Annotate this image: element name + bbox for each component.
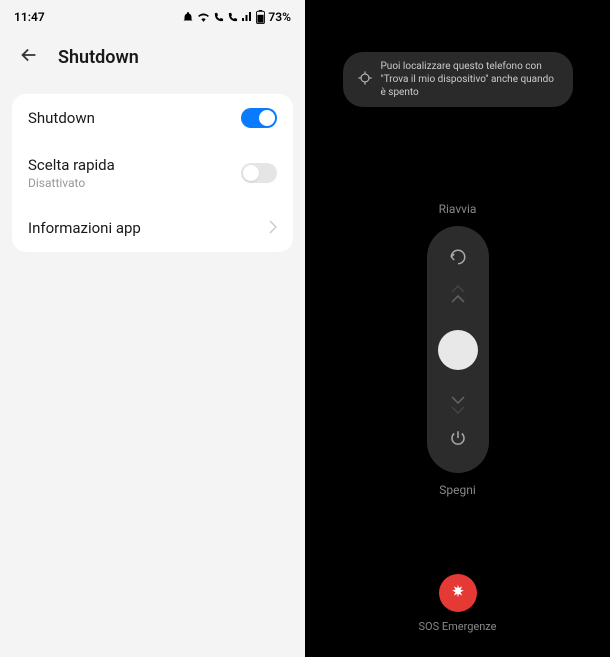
chevron-right-icon (269, 219, 277, 238)
find-device-hint: Puoi localizzare questo telefono con "Tr… (343, 52, 573, 107)
settings-card: Shutdown Scelta rapida Disattivato Infor… (12, 94, 293, 252)
status-bar: 11:47 73% (0, 0, 305, 30)
quick-toggle-subtitle: Disattivato (28, 176, 115, 190)
shutdown-row[interactable]: Shutdown (12, 94, 293, 142)
location-icon (357, 70, 373, 90)
quick-toggle-row[interactable]: Scelta rapida Disattivato (12, 142, 293, 204)
battery-icon (256, 10, 265, 24)
restart-icon (449, 248, 467, 270)
back-icon[interactable] (18, 44, 40, 70)
wifi-icon (197, 11, 210, 24)
chevron-up-group (450, 284, 466, 304)
sos-button[interactable] (439, 574, 477, 612)
page-title: Shutdown (58, 47, 139, 68)
shutdown-label-power: Spegni (439, 483, 476, 497)
shutdown-toggle[interactable] (241, 108, 277, 128)
sos-label: SOS Emergenze (418, 620, 496, 633)
power-menu-screen: Puoi localizzare questo telefono con "Tr… (305, 0, 610, 657)
shutdown-label: Shutdown (28, 109, 95, 127)
quick-toggle-label: Scelta rapida (28, 156, 115, 174)
app-info-label: Informazioni app (28, 219, 141, 237)
slider-thumb[interactable] (438, 330, 478, 370)
hint-text: Puoi localizzare questo telefono con "Tr… (381, 60, 559, 99)
status-time: 11:47 (14, 10, 45, 24)
status-icons: 73% (182, 10, 291, 24)
dnd-icon (182, 11, 194, 23)
call-icon-2 (227, 12, 238, 23)
sos-area: SOS Emergenze (305, 574, 610, 633)
call-icon (213, 12, 224, 23)
settings-screen: 11:47 73% Shutdown (0, 0, 305, 657)
page-header: Shutdown (0, 30, 305, 84)
power-slider[interactable] (427, 226, 489, 473)
restart-label: Riavvia (439, 202, 477, 216)
quick-toggle-switch[interactable] (241, 163, 277, 183)
app-info-row[interactable]: Informazioni app (12, 204, 293, 252)
signal-icon (241, 11, 253, 23)
chevron-down-group (450, 395, 466, 415)
battery-percent: 73% (268, 10, 291, 24)
power-icon (449, 429, 467, 451)
